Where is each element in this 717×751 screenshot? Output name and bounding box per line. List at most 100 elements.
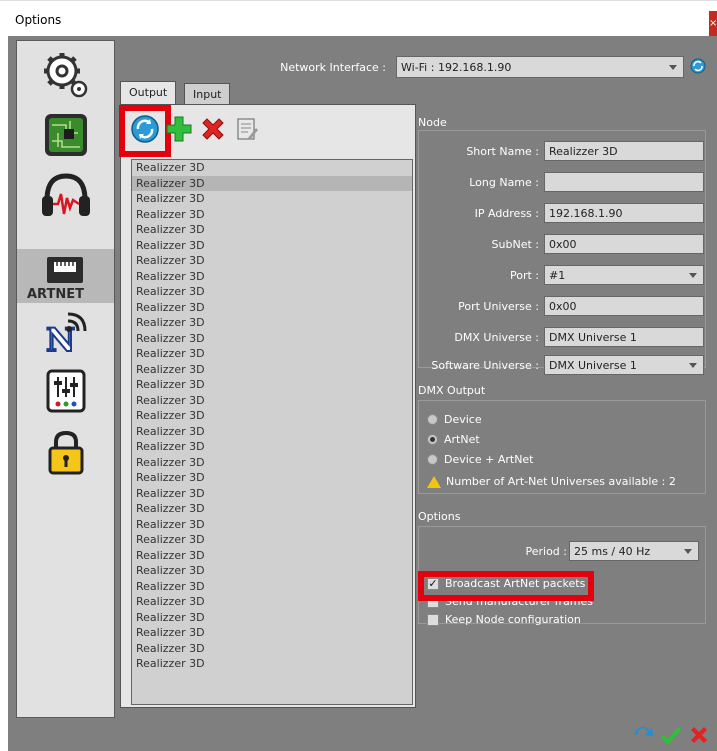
sidebar-item-general[interactable] xyxy=(17,47,114,103)
list-item[interactable]: Realizzer 3D xyxy=(132,222,412,238)
list-item[interactable]: Realizzer 3D xyxy=(132,579,412,595)
output-tab-content: Realizzer 3D Realizzer 3D Realizzer 3D Real… xyxy=(119,104,416,708)
list-item[interactable]: Realizzer 3D xyxy=(132,253,412,269)
edit-node-button[interactable] xyxy=(231,113,263,145)
subnet-label: SubNet : xyxy=(491,238,539,251)
list-item[interactable]: Realizzer 3D xyxy=(132,393,412,409)
ok-check-icon[interactable] xyxy=(659,723,683,747)
list-item[interactable]: Realizzer 3D xyxy=(132,207,412,223)
list-item[interactable]: Realizzer 3D xyxy=(132,408,412,424)
delete-icon xyxy=(202,118,224,140)
sidebar-item-network[interactable]: N xyxy=(17,303,114,359)
sidebar-item-mixer[interactable] xyxy=(17,363,114,419)
refresh-network-icon[interactable] xyxy=(690,58,706,74)
radio-button[interactable] xyxy=(427,454,438,465)
radio-device[interactable]: Device xyxy=(427,413,482,426)
list-item[interactable]: Realizzer 3D xyxy=(132,160,412,176)
sidebar-item-hardware[interactable] xyxy=(17,107,114,163)
dmx-output-group: Device ArtNet Device + ArtNet Number of … xyxy=(418,400,706,494)
refresh-nodes-button[interactable] xyxy=(119,105,171,157)
dmx-universe-field[interactable]: DMX Universe 1 xyxy=(544,327,704,347)
dmx-output-title: DMX Output xyxy=(418,384,486,397)
radio-artnet[interactable]: ArtNet xyxy=(427,433,480,446)
add-node-button[interactable] xyxy=(163,113,195,145)
long-name-field[interactable] xyxy=(544,172,704,192)
apply-icon[interactable] xyxy=(631,723,655,747)
svg-text:N: N xyxy=(46,321,75,355)
list-item[interactable]: Realizzer 3D xyxy=(132,517,412,533)
sidebar-item-security[interactable] xyxy=(17,425,114,481)
list-item[interactable]: Realizzer 3D xyxy=(132,532,412,548)
keep-node-checkbox[interactable] xyxy=(427,613,439,626)
tab-input[interactable]: Input xyxy=(184,83,231,105)
radio-button[interactable] xyxy=(427,414,438,425)
keep-node-label: Keep Node configuration xyxy=(445,613,581,626)
list-item[interactable]: Realizzer 3D xyxy=(132,175,412,191)
network-interface-select[interactable]: Wi-Fi : 192.168.1.90 xyxy=(396,56,684,78)
tab-output[interactable]: Output xyxy=(120,81,177,105)
network-interface-value: Wi-Fi : 192.168.1.90 xyxy=(401,61,512,74)
options-section-title: Options xyxy=(418,510,461,523)
node-toolbar xyxy=(119,105,407,157)
list-item[interactable]: Realizzer 3D xyxy=(132,300,412,316)
list-item[interactable]: Realizzer 3D xyxy=(132,455,412,471)
dmx-universe-label: DMX Universe : xyxy=(454,331,539,344)
warning-icon xyxy=(427,475,441,488)
category-sidebar: ARTNET N xyxy=(16,40,115,718)
list-item[interactable]: Realizzer 3D xyxy=(132,238,412,254)
node-settings-column: Node Short Name : Realizzer 3D Long Name… xyxy=(416,104,707,708)
padlock-icon xyxy=(48,430,83,475)
ip-address-label: IP Address : xyxy=(474,207,539,220)
list-item[interactable]: Realizzer 3D xyxy=(132,331,412,347)
cancel-x-icon[interactable] xyxy=(687,723,711,747)
add-icon xyxy=(166,116,192,142)
window-title: Options xyxy=(15,13,62,27)
options-window: ARTNET N Network Interface: Wi-Fi: 192… xyxy=(8,36,717,751)
list-item[interactable]: Realizzer 3D xyxy=(132,501,412,517)
list-item[interactable]: Realizzer 3D xyxy=(132,594,412,610)
port-select[interactable]: #1 xyxy=(544,265,704,285)
list-item[interactable]: Realizzer 3D xyxy=(132,625,412,641)
list-item[interactable]: Realizzer 3D xyxy=(132,315,412,331)
list-item[interactable]: Realizzer 3D xyxy=(132,486,412,502)
node-list[interactable]: Realizzer 3D Realizzer 3D Realizzer 3D Real… xyxy=(131,159,413,705)
list-item[interactable]: Realizzer 3D xyxy=(132,362,412,378)
ip-address-field[interactable]: 192.168.1.90 xyxy=(544,203,704,223)
artnet-icon xyxy=(47,257,83,283)
list-item[interactable]: Realizzer 3D xyxy=(132,191,412,207)
keep-node-row[interactable]: Keep Node configuration xyxy=(427,613,581,626)
short-name-field[interactable]: Realizzer 3D xyxy=(544,141,704,161)
port-universe-field[interactable]: 0x00 xyxy=(544,296,704,316)
headphones-icon xyxy=(41,173,90,216)
radio-device-artnet[interactable]: Device + ArtNet xyxy=(427,453,534,466)
list-item[interactable]: Realizzer 3D xyxy=(132,641,412,657)
delete-node-button[interactable] xyxy=(197,113,229,145)
list-item[interactable]: Realizzer 3D xyxy=(132,563,412,579)
subnet-field[interactable]: 0x00 xyxy=(544,234,704,254)
list-item[interactable]: Realizzer 3D xyxy=(132,424,412,440)
list-item[interactable]: Realizzer 3D xyxy=(132,284,412,300)
gears-icon xyxy=(43,53,87,98)
software-universe-select[interactable]: DMX Universe 1 xyxy=(544,355,704,375)
list-item[interactable]: Realizzer 3D xyxy=(132,377,412,393)
list-item[interactable]: Realizzer 3D xyxy=(132,656,412,672)
sidebar-item-audio[interactable] xyxy=(17,167,114,223)
chevron-down-icon xyxy=(669,65,677,70)
list-item[interactable]: Realizzer 3D xyxy=(132,470,412,486)
mixer-icon xyxy=(46,369,85,413)
chevron-down-icon xyxy=(684,549,692,554)
list-item[interactable]: Realizzer 3D xyxy=(132,439,412,455)
sidebar-item-artnet[interactable]: ARTNET xyxy=(17,249,114,303)
close-button[interactable]: × xyxy=(709,11,717,37)
radio-device-artnet-label: Device + ArtNet xyxy=(444,453,534,466)
broadcast-highlight-box xyxy=(418,571,594,601)
list-item[interactable]: Realizzer 3D xyxy=(132,346,412,362)
universes-warning: Number of Art-Net Universes available : … xyxy=(427,475,676,488)
list-item[interactable]: Realizzer 3D xyxy=(132,269,412,285)
period-select[interactable]: 25 ms / 40 Hz xyxy=(569,541,699,561)
list-item[interactable]: Realizzer 3D xyxy=(132,610,412,626)
circuit-board-icon xyxy=(44,114,87,156)
node-group: Short Name : Realizzer 3D Long Name : IP… xyxy=(418,130,706,375)
radio-button[interactable] xyxy=(427,434,438,445)
list-item[interactable]: Realizzer 3D xyxy=(132,548,412,564)
